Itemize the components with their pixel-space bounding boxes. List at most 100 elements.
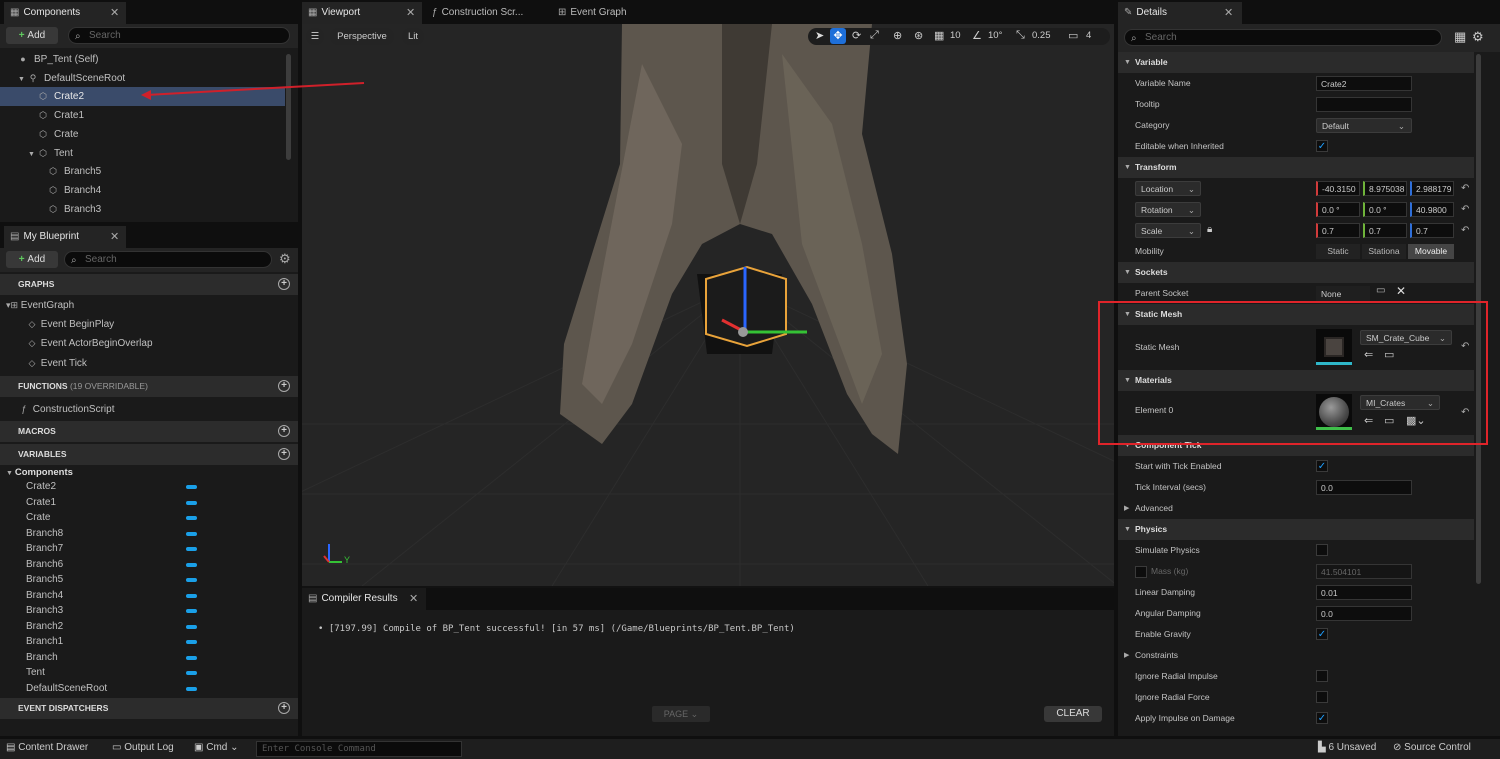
add-dispatcher-icon[interactable]: + xyxy=(278,702,290,714)
editable-inherited-checkbox[interactable]: ✓ xyxy=(1316,140,1328,152)
reset-icon[interactable]: ↶ xyxy=(1461,225,1469,236)
scale-snap-value[interactable]: 0.25 xyxy=(1032,30,1051,41)
move-tool-icon[interactable]: ✥ xyxy=(830,28,846,44)
event-item[interactable]: ◇ Event ActorBeginOverlap xyxy=(0,334,298,353)
category-dropdown[interactable]: Default ⌄ xyxy=(1316,118,1412,133)
mobility-movable[interactable]: Movable xyxy=(1408,244,1454,259)
grid-snap-icon[interactable]: ▦ xyxy=(934,29,944,42)
variable-type-pill[interactable] xyxy=(186,531,197,536)
source-control-button[interactable]: ⊘ Source Control xyxy=(1393,742,1471,753)
simulate-physics-checkbox[interactable] xyxy=(1316,544,1328,556)
mobility-stationary[interactable]: Stationa xyxy=(1362,244,1406,259)
scale-y[interactable]: 0.7 xyxy=(1363,223,1407,238)
graphs-section-header[interactable]: GRAPHS + xyxy=(0,274,298,295)
variable-item[interactable]: Branch3 xyxy=(0,603,298,618)
mobility-static[interactable]: Static xyxy=(1316,244,1360,259)
location-y[interactable]: 8.975038 xyxy=(1363,181,1407,196)
close-icon[interactable]: ✕ xyxy=(110,2,119,24)
linear-damping-field[interactable]: 0.01 xyxy=(1316,585,1412,600)
tooltip-field[interactable] xyxy=(1316,97,1412,112)
camera-speed-icon[interactable]: ▭ xyxy=(1068,29,1078,42)
variables-section-header[interactable]: VARIABLES + xyxy=(0,444,298,465)
variable-type-pill[interactable] xyxy=(186,578,197,582)
content-drawer-button[interactable]: ▤ Content Drawer xyxy=(6,742,88,753)
variable-name-field[interactable]: Crate2 xyxy=(1316,76,1412,91)
physics-section[interactable]: ▼ Physics xyxy=(1118,519,1474,540)
location-z[interactable]: 2.988179 xyxy=(1410,181,1454,196)
close-icon[interactable]: ✕ xyxy=(110,226,119,248)
rotation-y[interactable]: 0.0 ° xyxy=(1363,202,1407,217)
variable-item[interactable]: Branch5 xyxy=(0,572,298,587)
enable-gravity-checkbox[interactable]: ✓ xyxy=(1316,628,1328,640)
variable-item[interactable]: Tent xyxy=(0,665,298,680)
variable-item[interactable]: DefaultSceneRoot xyxy=(0,681,298,696)
settings-icon[interactable]: ⚙ xyxy=(1472,29,1484,45)
variable-item[interactable]: Crate2 xyxy=(0,479,298,494)
event-item[interactable]: ◇ Event BeginPlay xyxy=(0,315,298,334)
variable-type-pill[interactable] xyxy=(186,686,197,691)
rotation-snap-icon[interactable]: ∠ xyxy=(972,29,982,42)
location-dropdown[interactable]: Location ⌄ xyxy=(1135,181,1201,196)
ignore-radial-force-checkbox[interactable] xyxy=(1316,691,1328,703)
add-variable-icon[interactable]: + xyxy=(278,448,290,460)
rotation-snap-value[interactable]: 10° xyxy=(988,30,1002,41)
variable-type-pill[interactable] xyxy=(186,547,197,551)
page-dropdown[interactable]: PAGE ⌄ xyxy=(652,706,710,722)
component-tree-item[interactable]: ● BP_Tent (Self) xyxy=(0,50,285,69)
location-x[interactable]: -40.3150 xyxy=(1316,181,1360,196)
expand-arrow-icon[interactable]: ▼ xyxy=(28,145,37,164)
transform-section[interactable]: ▼ Transform xyxy=(1118,157,1474,178)
variable-type-pill[interactable] xyxy=(186,609,197,613)
advanced-row[interactable]: ▶ Advanced xyxy=(1118,498,1474,519)
camera-speed-value[interactable]: 4 xyxy=(1086,30,1091,41)
reset-icon[interactable]: ↶ xyxy=(1461,183,1469,194)
component-tree-item[interactable]: ⬡ Branch4 xyxy=(0,181,285,200)
lock-icon[interactable]: 🔒︎ xyxy=(1207,224,1212,235)
add-button[interactable]: + Add xyxy=(6,251,58,268)
tick-interval-field[interactable]: 0.0 xyxy=(1316,480,1412,495)
scale-dropdown[interactable]: Scale ⌄ xyxy=(1135,223,1201,238)
macros-section-header[interactable]: MACROS + xyxy=(0,421,298,442)
add-component-button[interactable]: + Add xyxy=(6,27,58,44)
browse-socket-icon[interactable]: ▭ xyxy=(1376,285,1385,296)
constraints-row[interactable]: ▶ Constraints xyxy=(1118,645,1474,666)
perspective-button[interactable]: Perspective xyxy=(330,28,394,45)
rotate-tool-icon[interactable]: ⟳ xyxy=(852,29,861,42)
variable-item[interactable]: Branch7 xyxy=(0,541,298,556)
variable-item[interactable]: Branch8 xyxy=(0,526,298,541)
functions-section-header[interactable]: FUNCTIONS (19 OVERRIDABLE) + xyxy=(0,376,298,397)
start-tick-checkbox[interactable]: ✓ xyxy=(1316,460,1328,472)
component-tree-item[interactable]: ⬡ Crate xyxy=(0,125,285,144)
clear-socket-icon[interactable]: ✕ xyxy=(1396,284,1406,298)
unsaved-indicator[interactable]: ▙ 6 Unsaved xyxy=(1318,742,1376,753)
scale-x[interactable]: 0.7 xyxy=(1316,223,1360,238)
surface-snap-icon[interactable]: ⊛ xyxy=(914,29,923,42)
variable-type-pill[interactable] xyxy=(186,516,197,520)
gear-icon[interactable]: ⚙ xyxy=(279,251,291,267)
variable-type-pill[interactable] xyxy=(186,640,197,644)
table-view-icon[interactable]: ▦ xyxy=(1454,29,1466,45)
components-search-input[interactable]: ⌕ Search xyxy=(68,27,290,44)
rotation-x[interactable]: 0.0 ° xyxy=(1316,202,1360,217)
variable-item[interactable]: Branch6 xyxy=(0,557,298,572)
variable-item[interactable]: Branch4 xyxy=(0,588,298,603)
variable-type-pill[interactable] xyxy=(186,562,197,567)
scale-z[interactable]: 0.7 xyxy=(1410,223,1454,238)
clear-button[interactable]: CLEAR xyxy=(1044,706,1102,722)
variable-item[interactable]: Crate xyxy=(0,510,298,525)
variable-item[interactable]: Branch xyxy=(0,650,298,665)
variable-item[interactable]: Crate1 xyxy=(0,495,298,510)
tab-components[interactable]: ▦ Components ✕ xyxy=(4,2,126,24)
variable-type-pill[interactable] xyxy=(186,624,197,629)
variable-section[interactable]: ▼ Variable xyxy=(1118,52,1474,73)
tab-event-graph[interactable]: ⊞ Event Graph xyxy=(552,2,662,24)
add-macro-icon[interactable]: + xyxy=(278,425,290,437)
tab-construction-script[interactable]: ƒ Construction Scr... xyxy=(426,2,546,24)
component-tree-item[interactable]: ▼ ⬡ Tent xyxy=(0,144,285,163)
tab-compiler-results[interactable]: ▤ Compiler Results ✕ xyxy=(302,588,426,610)
event-graph-item[interactable]: ▾⊞ EventGraph xyxy=(0,296,298,315)
variable-type-pill[interactable] xyxy=(186,655,197,660)
select-tool-icon[interactable]: ➤ xyxy=(815,29,824,42)
lit-button[interactable]: Lit xyxy=(402,28,424,45)
apply-impulse-checkbox[interactable]: ✓ xyxy=(1316,712,1328,724)
